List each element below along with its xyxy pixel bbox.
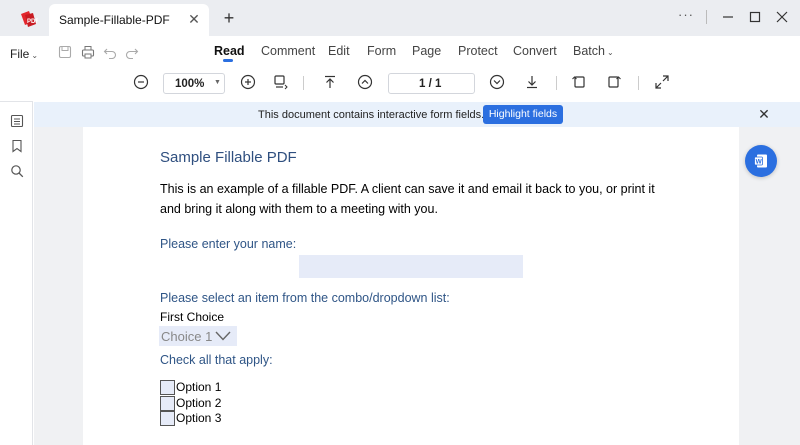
menu-bar: File ⌄ Read Comment Edit Form Page Protec… [0,36,800,68]
rotate-left-icon[interactable] [571,74,587,90]
chevron-down-icon [215,331,231,341]
checkbox[interactable] [160,396,175,411]
redo-icon[interactable] [125,45,139,59]
notice-text: This document contains interactive form … [258,109,485,121]
highlight-fields-button[interactable]: Highlight fields [483,105,563,124]
menu-comment[interactable]: Comment [261,44,315,58]
zoom-in-icon[interactable] [240,74,256,90]
close-icon[interactable]: ✕ [756,106,772,122]
name-field-label: Please enter your name: [160,237,297,251]
combo-option-text: First Choice [160,310,225,324]
chevron-down-icon: ⌄ [31,51,39,60]
app-logo-icon: PDF [21,11,38,27]
chevron-down-icon: ▼ [214,79,221,86]
convert-to-word-button[interactable]: W [745,145,777,177]
menu-protect[interactable]: Protect [458,44,498,58]
document-title: Sample Fillable PDF [160,149,297,166]
save-icon[interactable] [58,45,72,59]
menu-page[interactable]: Page [412,44,441,58]
menu-batch-label: Batch [573,44,605,58]
document-tab[interactable]: Sample-Fillable-PDF ✕ [49,4,209,36]
thumbnails-icon[interactable] [10,114,24,128]
last-page-icon[interactable] [524,74,540,90]
checkbox-label: Option 2 [176,396,222,410]
zoom-out-icon[interactable] [133,74,149,90]
undo-icon[interactable] [103,45,117,59]
fit-page-icon[interactable] [272,74,288,90]
toolbar-divider [638,76,639,90]
zoom-select[interactable]: 100% ▼ [163,73,225,94]
svg-text:W: W [756,159,763,166]
window-divider [706,10,707,24]
tab-title: Sample-Fillable-PDF [59,13,170,27]
menu-read[interactable]: Read [214,44,245,58]
checkbox-group-label: Check all that apply: [160,353,273,367]
previous-page-icon[interactable] [357,74,373,90]
page-number-input[interactable]: 1 / 1 [388,73,475,94]
print-icon[interactable] [81,45,95,59]
next-page-icon[interactable] [489,74,505,90]
name-input[interactable] [299,255,523,278]
rotate-right-icon[interactable] [606,74,622,90]
chevron-down-icon: ⌄ [606,48,614,57]
menu-batch[interactable]: Batch ⌄ [573,44,614,58]
file-menu-label: File [10,47,30,61]
file-menu[interactable]: File ⌄ [10,47,38,61]
left-sidebar [0,101,33,445]
checkbox[interactable] [160,411,175,426]
maximize-icon[interactable] [746,8,764,26]
zoom-value: 100% [175,78,205,90]
toolbar-divider [556,76,557,90]
choice-dropdown[interactable]: Choice 1 [159,326,237,346]
document-viewport[interactable] [34,127,800,445]
checkbox-label: Option 1 [176,380,222,394]
title-bar: PDF Sample-Fillable-PDF ✕ + ··· [0,0,800,36]
svg-text:PDF: PDF [27,19,38,25]
menu-edit[interactable]: Edit [328,44,350,58]
more-options-icon[interactable]: ··· [678,7,694,22]
dropdown-value: Choice 1 [161,329,213,344]
page-indicator: 1 / 1 [419,78,442,90]
close-tab-icon[interactable]: ✕ [186,11,202,27]
document-intro: This is an example of a fillable PDF. A … [160,182,655,216]
close-window-icon[interactable] [773,8,791,26]
checkbox[interactable] [160,380,175,395]
checkbox-label: Option 3 [176,411,222,425]
new-tab-icon[interactable]: + [220,8,238,28]
search-icon[interactable] [10,164,24,178]
form-fields-notice: This document contains interactive form … [34,102,800,127]
minimize-icon[interactable] [719,8,737,26]
toolbar-divider [303,76,304,90]
menu-convert[interactable]: Convert [513,44,557,58]
bookmark-icon[interactable] [10,139,24,153]
active-menu-indicator [223,59,233,62]
fullscreen-icon[interactable] [654,74,670,90]
first-page-icon[interactable] [322,74,338,90]
combo-field-label: Please select an item from the combo/dro… [160,291,450,305]
menu-form[interactable]: Form [367,44,396,58]
word-icon: W [754,154,767,168]
